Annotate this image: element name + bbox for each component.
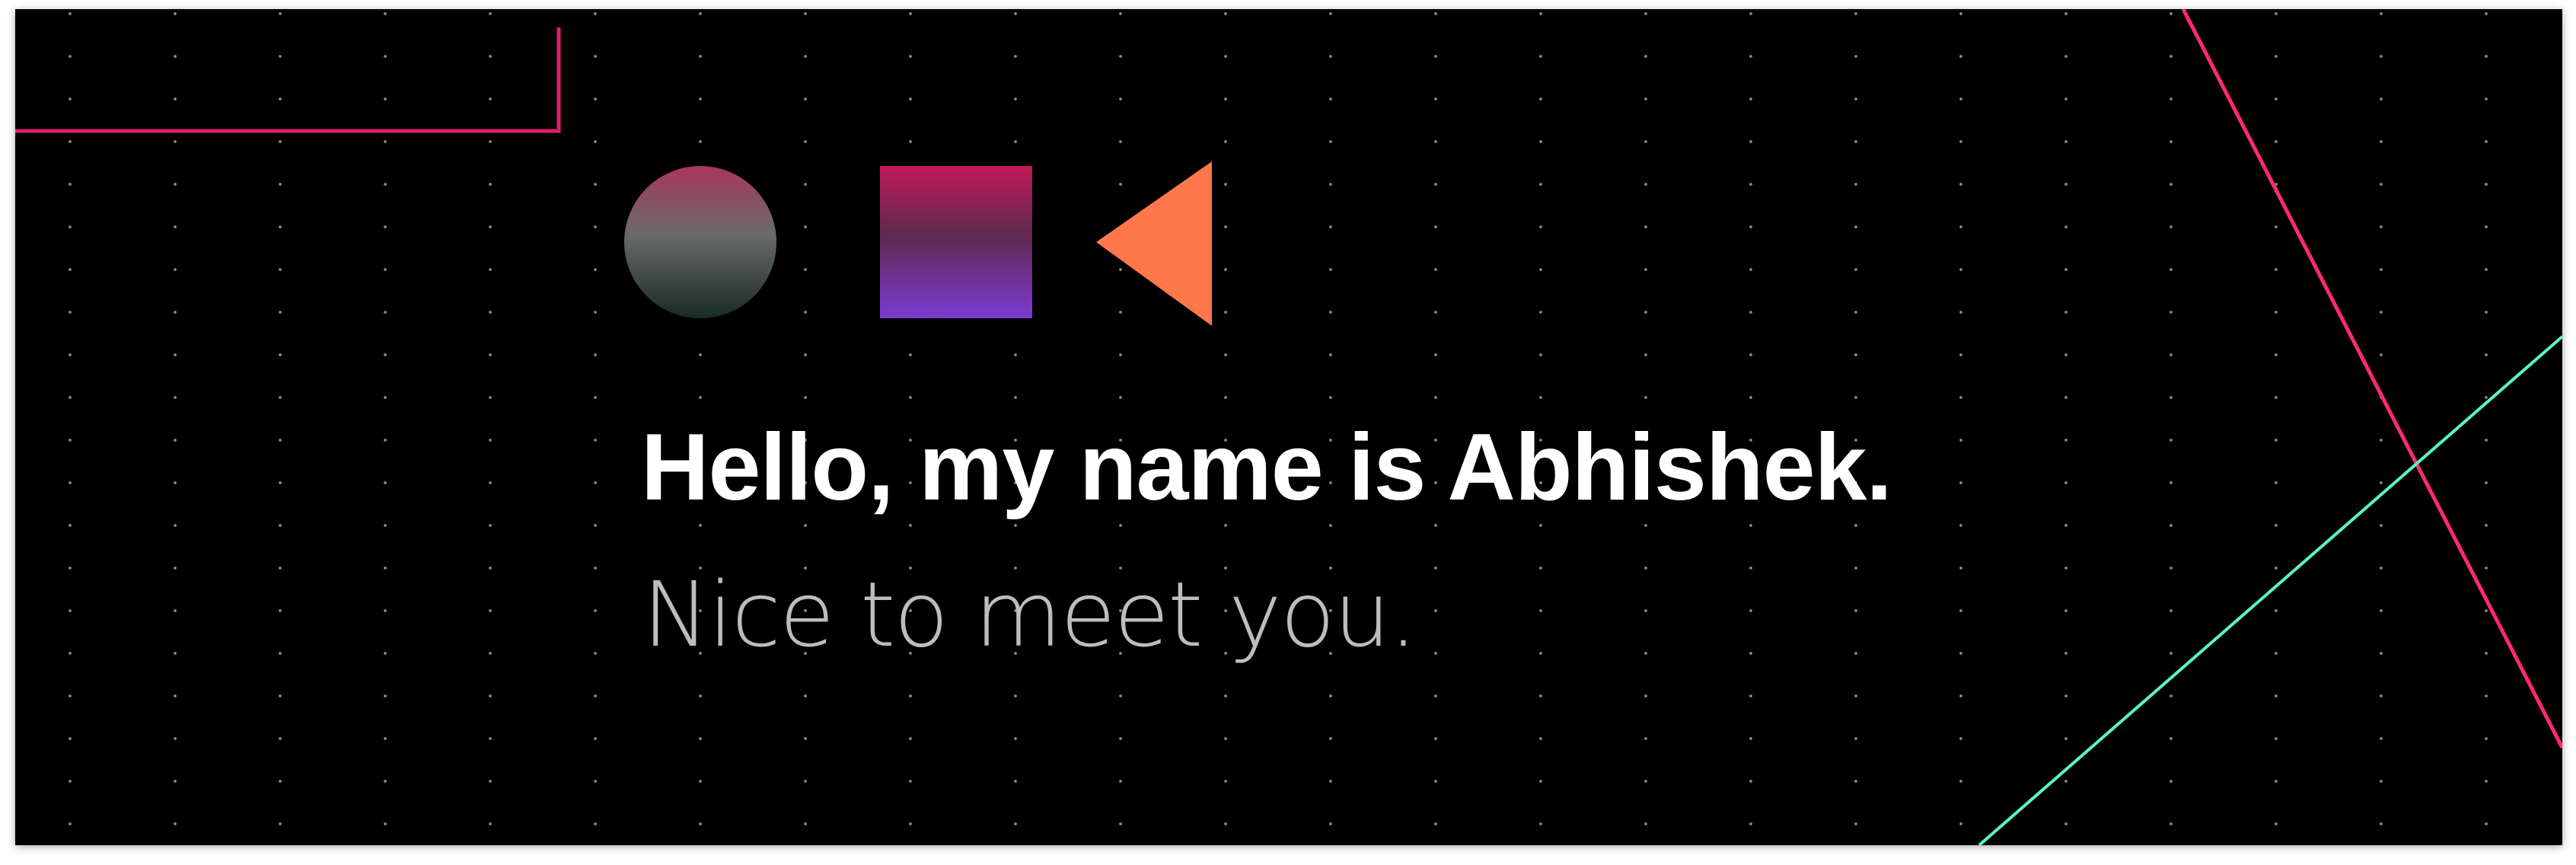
hero-banner: Hello, my name is Abhishek. Nice to meet… xyxy=(15,9,2562,845)
square-gradient-icon xyxy=(880,166,1032,318)
circle-gradient-icon xyxy=(624,166,776,318)
page-title: Hello, my name is Abhishek. xyxy=(641,415,1892,520)
triangle-left-icon xyxy=(1096,161,1212,326)
page-subtitle: Nice to meet you. xyxy=(642,562,1417,667)
